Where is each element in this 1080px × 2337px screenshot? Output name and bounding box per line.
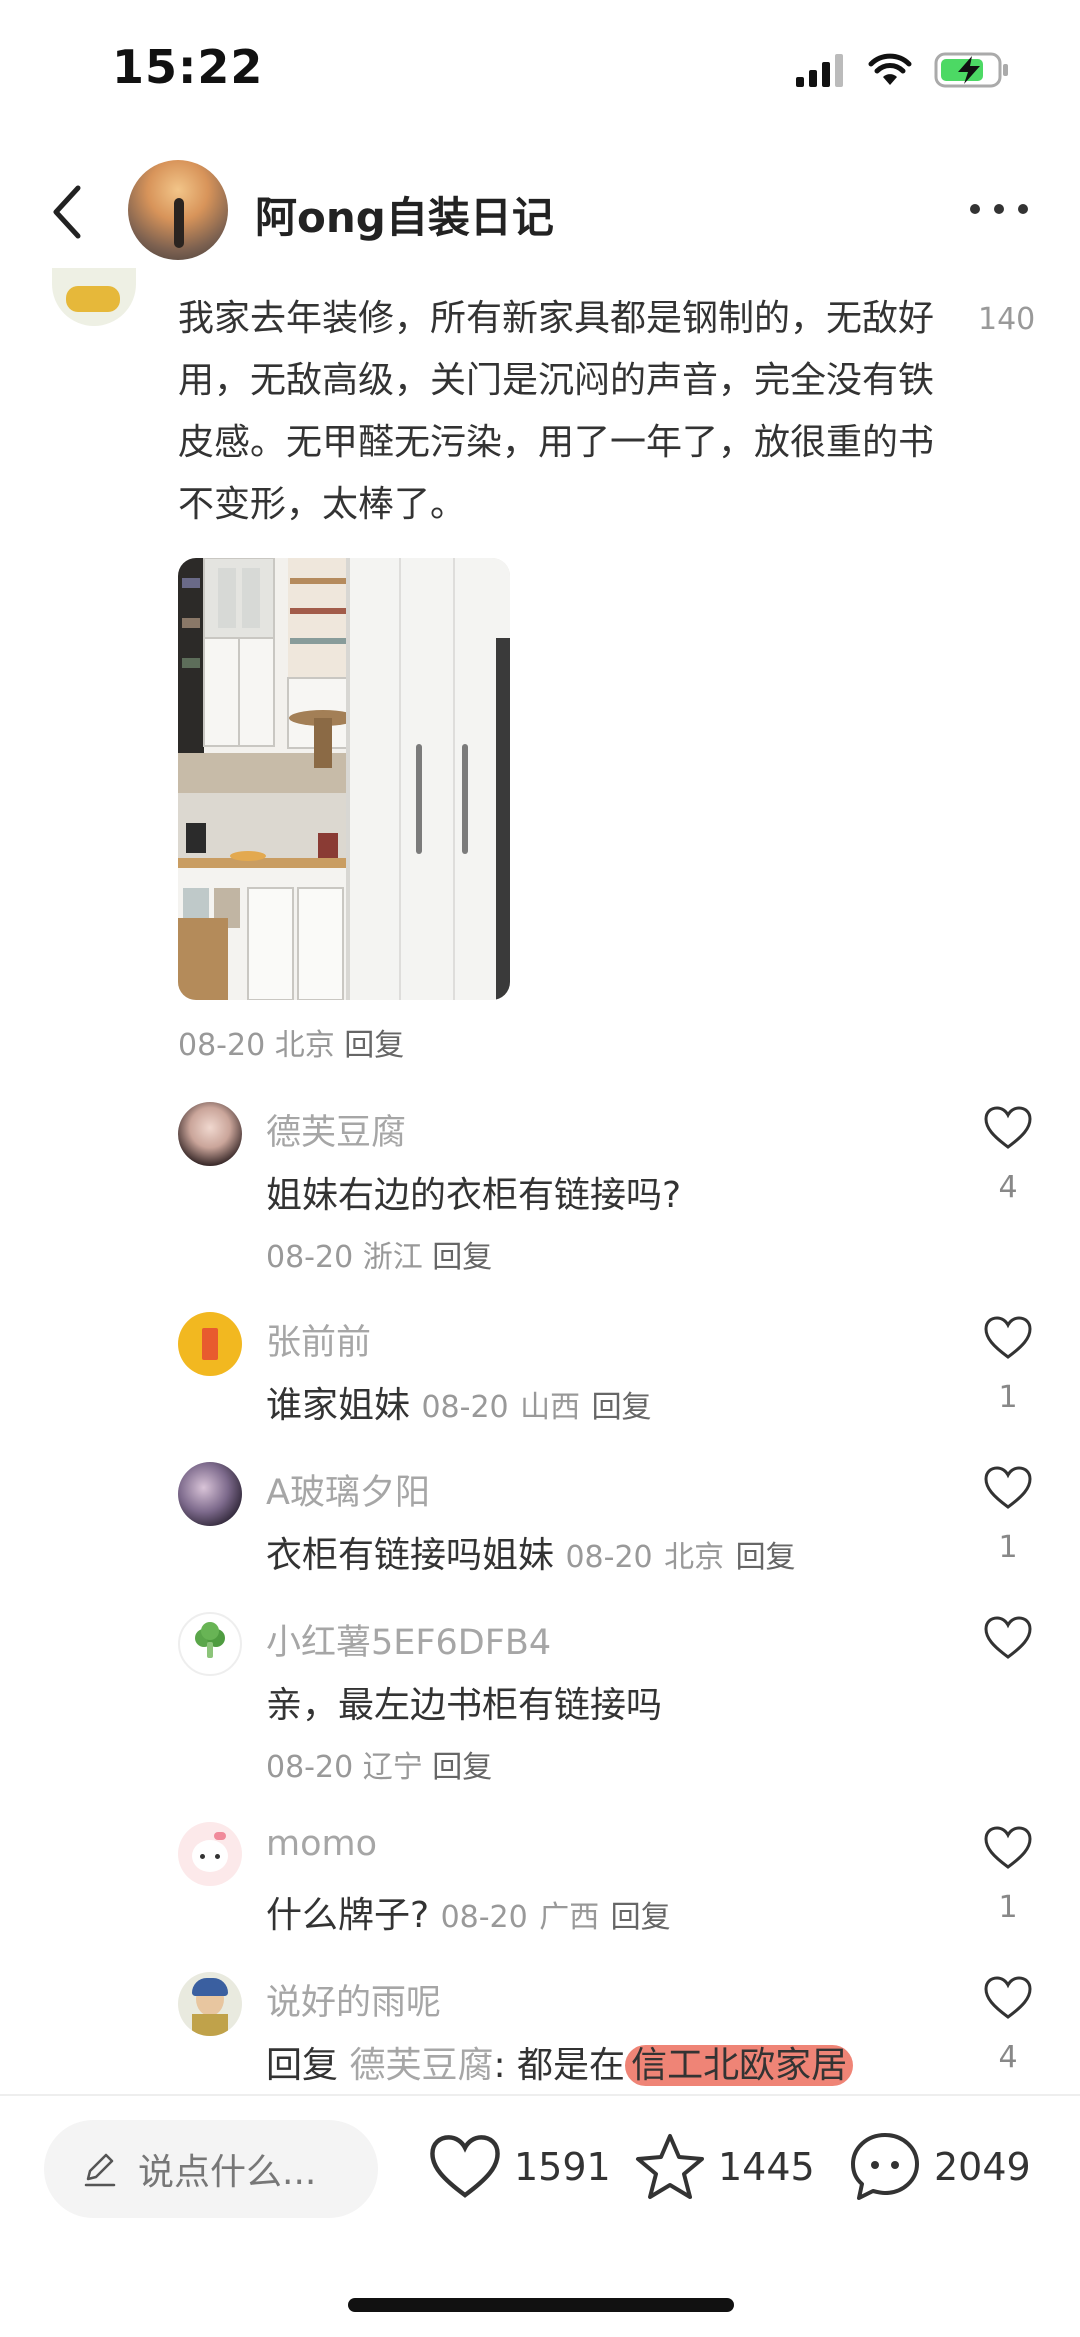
reply-button[interactable]: 回复 bbox=[432, 1240, 492, 1275]
main-comment-text: 我家去年装修，所有新家具都是钢制的，无敌好用，无敌高级，关门是沉闷的声音，完全没… bbox=[178, 298, 935, 525]
reply-date: 08-20 bbox=[266, 1750, 354, 1785]
reply-avatar[interactable] bbox=[178, 1822, 242, 1886]
reply-date: 08-20 bbox=[266, 1240, 354, 1275]
reply-meta: 08-20 浙江 回复 bbox=[266, 1232, 492, 1276]
reply-avatar[interactable] bbox=[178, 1462, 242, 1526]
reply-avatar[interactable] bbox=[178, 1312, 242, 1376]
main-comment-like-count[interactable]: 140 bbox=[978, 302, 1035, 337]
reply-avatar[interactable] bbox=[178, 1972, 242, 2036]
reply-location: 辽宁 bbox=[362, 1750, 423, 1785]
heart-icon[interactable] bbox=[983, 1316, 1033, 1360]
collect-button[interactable]: 1445 bbox=[634, 2132, 815, 2202]
like-count: 1591 bbox=[514, 2145, 611, 2189]
reply-like-count: 1 bbox=[998, 1890, 1018, 1925]
reply-avatar[interactable] bbox=[178, 1612, 242, 1676]
reply-username[interactable]: A玻璃夕阳 bbox=[266, 1464, 430, 1515]
comment-bubble-icon bbox=[851, 2133, 919, 2200]
reply-like-count: 1 bbox=[998, 1380, 1018, 1415]
wifi-icon bbox=[868, 53, 912, 85]
battery-icon bbox=[934, 52, 1008, 88]
reply-location: 浙江 bbox=[362, 1240, 423, 1275]
reply-username[interactable]: 张前前 bbox=[266, 1314, 371, 1365]
home-indicator[interactable] bbox=[348, 2298, 734, 2312]
reply-like-count: 4 bbox=[998, 2040, 1018, 2075]
reply-username[interactable]: 小红薯5EF6DFB4 bbox=[266, 1614, 551, 1665]
reply-prefix: 回复 bbox=[266, 2045, 339, 2086]
main-comment-location: 北京 bbox=[274, 1028, 335, 1063]
reply-text: 衣柜有链接吗姐妹 bbox=[266, 1535, 555, 1576]
reply-date: 08-20 bbox=[440, 1900, 528, 1935]
author-avatar[interactable] bbox=[128, 160, 228, 260]
reply-text: : 都是在 bbox=[493, 2045, 626, 2086]
highlighted-brand: 信工北欧家居 bbox=[625, 2045, 854, 2086]
reply-location: 山西 bbox=[520, 1390, 581, 1425]
pencil-icon bbox=[84, 2153, 116, 2187]
signal-icon bbox=[796, 54, 843, 87]
reply-button[interactable]: 回复 bbox=[432, 1750, 492, 1785]
reply-text-row: 什么牌子? 08-20 广西 回复 bbox=[266, 1886, 671, 1938]
commenter-avatar[interactable] bbox=[52, 268, 136, 326]
reply-meta: 08-20 辽宁 回复 bbox=[266, 1742, 492, 1786]
main-comment-reply-button[interactable]: 回复 bbox=[344, 1028, 404, 1063]
reply-button[interactable]: 回复 bbox=[611, 1900, 671, 1935]
reply-like-count: 1 bbox=[998, 1530, 1018, 1565]
reply-location: 北京 bbox=[664, 1540, 725, 1575]
reply-text-row: 谁家姐妹 08-20 山西 回复 bbox=[266, 1376, 652, 1428]
heart-icon bbox=[430, 2135, 500, 2198]
reply-text: 亲，最左边书柜有链接吗 bbox=[266, 1685, 663, 1726]
comment-count: 2049 bbox=[934, 2145, 1031, 2189]
reply-text-row: 回复 德芙豆腐: 都是在 信工北欧家居 bbox=[266, 2036, 854, 2088]
broccoli-icon bbox=[195, 1622, 225, 1658]
star-icon bbox=[636, 2134, 704, 2199]
reply-button[interactable]: 回复 bbox=[592, 1390, 652, 1425]
status-time: 15:22 bbox=[112, 40, 264, 94]
main-comment-date: 08-20 bbox=[178, 1028, 266, 1063]
reply-username[interactable]: 说好的雨呢 bbox=[266, 1974, 441, 2025]
back-chevron-icon[interactable] bbox=[48, 182, 88, 242]
comment-photo[interactable] bbox=[178, 558, 510, 1000]
reply-date: 08-20 bbox=[421, 1390, 509, 1425]
reply-text-row: 衣柜有链接吗姐妹 08-20 北京 回复 bbox=[266, 1526, 796, 1578]
comments-button[interactable]: 2049 bbox=[848, 2130, 1031, 2204]
like-button[interactable]: 1591 bbox=[428, 2134, 611, 2200]
page-title[interactable]: 阿ong自装日记 bbox=[255, 184, 554, 245]
heart-icon[interactable] bbox=[983, 1466, 1033, 1510]
reply-text: 谁家姐妹 bbox=[266, 1385, 411, 1426]
reply-like-count: 4 bbox=[998, 1170, 1018, 1205]
status-icons bbox=[794, 52, 1010, 88]
reply-username[interactable]: momo bbox=[266, 1824, 377, 1864]
more-dots-icon[interactable] bbox=[970, 204, 1028, 214]
comment-input-placeholder: 说点什么... bbox=[138, 2152, 317, 2193]
heart-icon[interactable] bbox=[983, 1106, 1033, 1150]
reply-text: 什么牌子? bbox=[266, 1895, 430, 1936]
main-comment-meta: 08-20 北京 回复 bbox=[178, 1020, 404, 1064]
heart-icon[interactable] bbox=[983, 1826, 1033, 1870]
comment-input[interactable]: 说点什么... bbox=[44, 2120, 378, 2218]
heart-icon[interactable] bbox=[983, 1976, 1033, 2020]
reply-date: 08-20 bbox=[565, 1540, 653, 1575]
star-count: 1445 bbox=[718, 2145, 815, 2189]
reply-avatar[interactable] bbox=[178, 1102, 242, 1166]
reply-location: 广西 bbox=[539, 1900, 600, 1935]
heart-icon[interactable] bbox=[983, 1616, 1033, 1660]
quoted-username[interactable]: 德芙豆腐 bbox=[349, 2045, 493, 2086]
reply-text: 姐妹右边的衣柜有链接吗? bbox=[266, 1175, 682, 1216]
reply-button[interactable]: 回复 bbox=[736, 1540, 796, 1575]
reply-username[interactable]: 德芙豆腐 bbox=[266, 1104, 406, 1155]
bottom-divider bbox=[0, 2094, 1080, 2096]
